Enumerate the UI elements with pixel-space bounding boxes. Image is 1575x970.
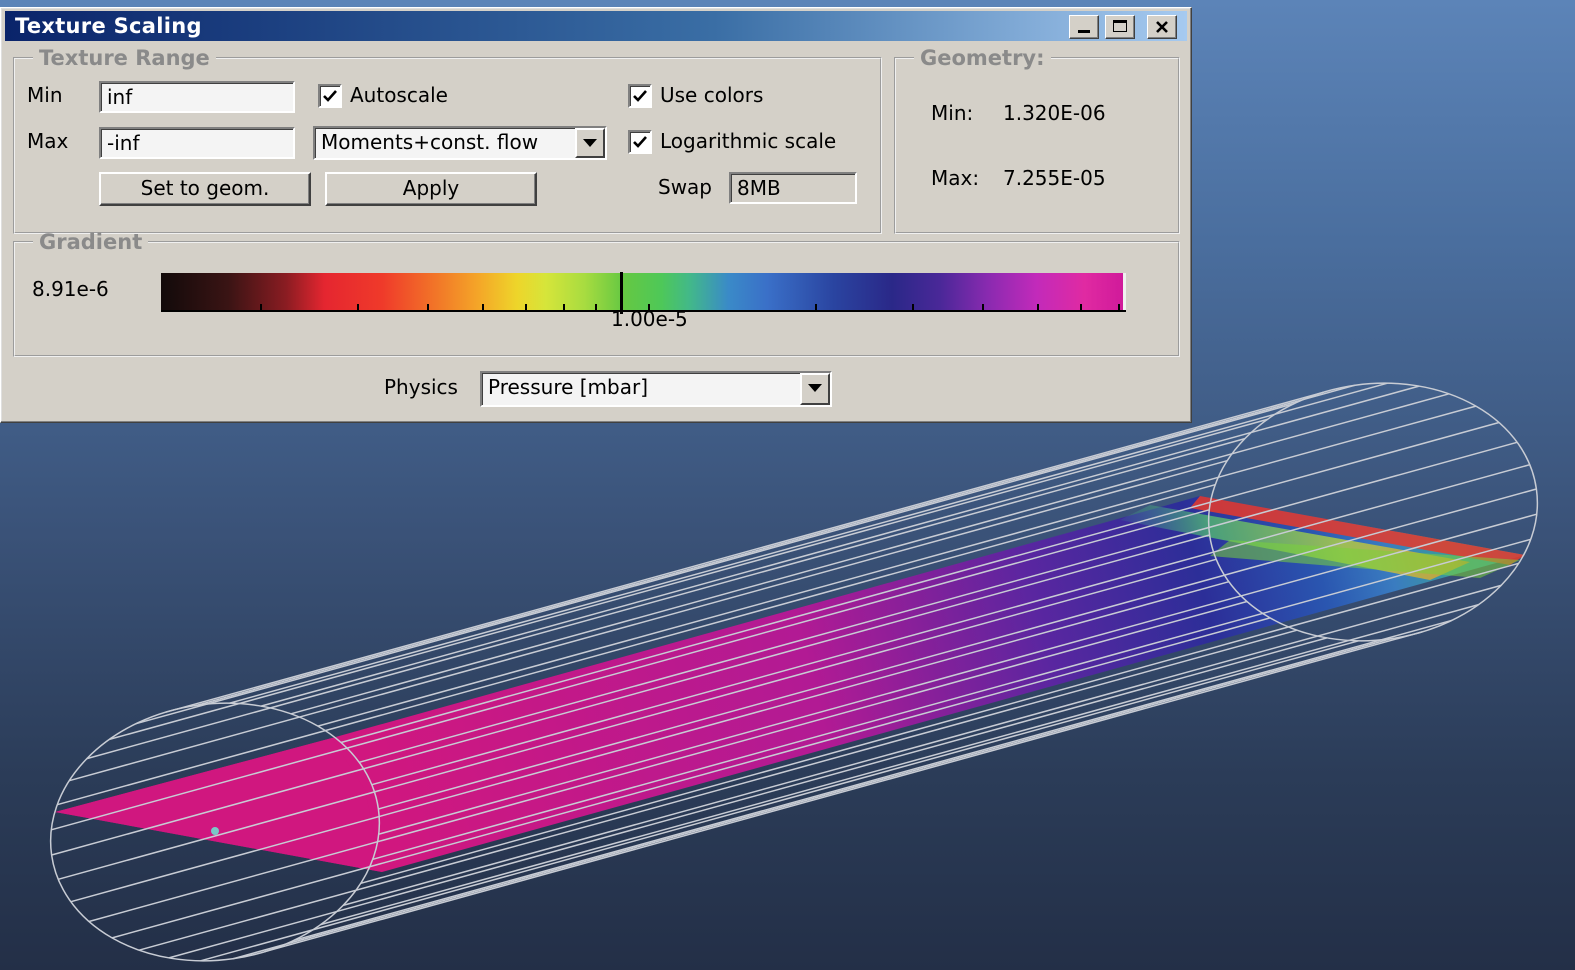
physics-select-value: Pressure [mbar] [488, 375, 649, 399]
chevron-down-icon [583, 139, 597, 147]
gradient-tick [595, 304, 597, 312]
chevron-down-icon [808, 384, 822, 392]
gradient-tick [260, 304, 262, 312]
autoscale-label: Autoscale [350, 83, 448, 107]
gradient-tick [815, 304, 817, 312]
gradient-tick [525, 304, 527, 312]
gradient-tick-label: 1.00e-5 [611, 307, 688, 331]
physics-select[interactable]: Pressure [mbar] [480, 371, 832, 407]
minimize-icon [1078, 30, 1090, 33]
checkmark-icon [633, 90, 647, 102]
pipe-geometry [49, 382, 1539, 962]
geometry-min-value: 1.320E-06 [1003, 101, 1106, 125]
min-input[interactable]: inf [99, 81, 295, 113]
gradient-tick [357, 304, 359, 312]
gradient-tick [563, 304, 565, 312]
wireframe-line [70, 580, 1230, 903]
geometry-max-value: 7.255E-05 [1003, 166, 1106, 190]
gradient-tick [982, 304, 984, 312]
texture-range-legend: Texture Range [39, 46, 210, 70]
window-title: Texture Scaling [15, 14, 202, 38]
close-button[interactable] [1147, 15, 1177, 39]
texture-cap [55, 738, 382, 872]
swap-label: Swap [658, 175, 713, 199]
gradient-tick [1037, 304, 1039, 312]
physics-label: Physics [384, 375, 458, 399]
max-label: Max [27, 129, 69, 153]
min-label: Min [27, 83, 63, 107]
texture-scaling-window: Texture Scaling Texture Range Min inf Ma… [0, 7, 1192, 423]
log-scale-label: Logarithmic scale [660, 129, 837, 153]
gradient-legend: Gradient [39, 230, 143, 254]
title-bar[interactable]: Texture Scaling [5, 11, 1187, 41]
max-input[interactable]: -inf [99, 127, 295, 159]
minimize-button[interactable] [1069, 15, 1099, 39]
mode-select[interactable]: Moments+const. flow [313, 126, 607, 160]
checkmark-icon [323, 90, 337, 102]
autoscale-checkbox[interactable] [318, 84, 342, 108]
gradient-tick [427, 304, 429, 312]
gradient-tick [1118, 304, 1120, 312]
geometry-max-label: Max: [931, 166, 980, 190]
gradient-tick [912, 304, 914, 312]
maximize-icon [1113, 20, 1127, 32]
checkmark-icon [633, 136, 647, 148]
geometry-min-label: Min: [931, 101, 974, 125]
set-to-geom-button[interactable]: Set to geom. [99, 172, 311, 206]
log-scale-checkbox[interactable] [628, 130, 652, 154]
gradient-tick [482, 304, 484, 312]
physics-select-arrow[interactable] [800, 373, 830, 405]
geometry-group: Geometry: [894, 46, 1180, 234]
geometry-legend: Geometry: [920, 46, 1045, 70]
use-colors-checkbox[interactable] [628, 84, 652, 108]
apply-button[interactable]: Apply [325, 172, 537, 206]
gradient-tick [1080, 304, 1082, 312]
swap-field: 8MB [729, 172, 857, 204]
close-icon [1156, 21, 1168, 33]
source-point [211, 827, 219, 835]
mode-select-value: Moments+const. flow [321, 130, 539, 154]
use-colors-label: Use colors [660, 83, 764, 107]
maximize-button[interactable] [1105, 15, 1135, 39]
gradient-min-value: 8.91e-6 [32, 277, 109, 301]
mode-select-arrow[interactable] [575, 128, 605, 158]
wireframe-line [378, 513, 1537, 835]
